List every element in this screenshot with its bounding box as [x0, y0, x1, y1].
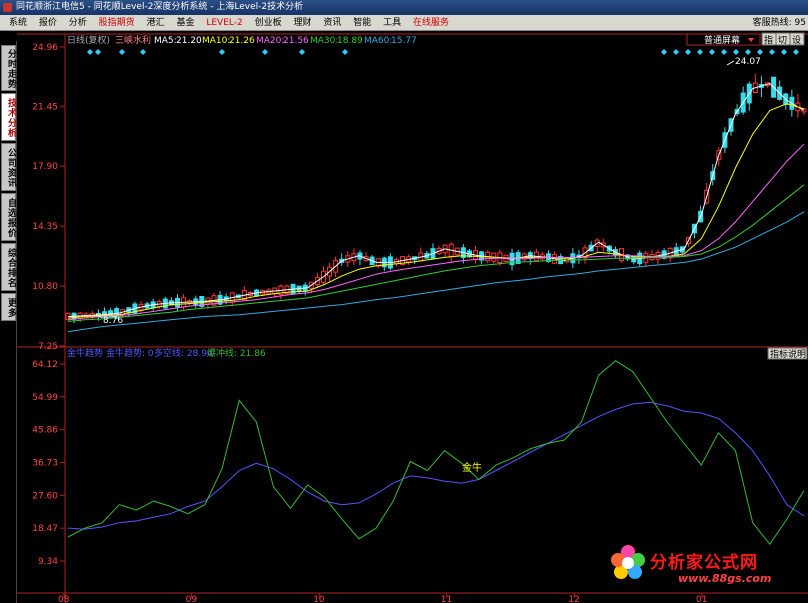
price-tick-label: 21.45 [32, 102, 58, 112]
hotline-text: 客服热线: 95 [752, 18, 806, 28]
indicator-tick-label: 36.73 [32, 459, 58, 469]
window-title: 同花顺浙江电信5 - 同花顺Level-2深度分析系统 - 上海Level-2技… [16, 2, 304, 12]
price-tick-label: 17.90 [32, 162, 58, 172]
menu-item-index-futures[interactable]: 股指期货 [99, 15, 135, 31]
indicator-tick-label: 45.86 [32, 426, 58, 436]
ma30-label: MA30: [310, 36, 338, 46]
menu-item-smart[interactable]: 智能 [353, 15, 371, 31]
high-price-label: 24.07 [735, 57, 761, 67]
price-y-axis: 24.96 21.45 17.90 14.35 10.80 7.25 [32, 43, 65, 352]
ma5-value: 21.20 [176, 36, 202, 46]
menu-item-gem[interactable]: 创业板 [255, 15, 282, 31]
ma20-value: 21.56 [283, 36, 309, 46]
price-tick-label: 10.80 [32, 282, 58, 292]
low-price-label: 8.76 [103, 316, 123, 326]
menu-item-online-service[interactable]: 在线服务 [413, 15, 449, 31]
menu-bar: 系统 报价 分析 股指期货 港汇 基金 LEVEL-2 创业板 理财 资讯 智能… [0, 15, 808, 31]
date-tick-label: 09 [186, 595, 198, 603]
menu-item-system[interactable]: 系统 [9, 15, 27, 31]
menu-item-quote[interactable]: 报价 [39, 15, 57, 31]
indicator-value-2: 多空线: 28.94 [154, 347, 213, 359]
title-bar: 同花顺浙江电信5 - 同花顺Level-2深度分析系统 - 上海Level-2技… [0, 0, 808, 15]
date-tick-label: 10 [313, 595, 325, 603]
menu-item-news[interactable]: 资讯 [323, 15, 341, 31]
toolbar-tab-switch-label: 切 [778, 35, 787, 46]
toolbar-tab-settings-label: 设 [792, 35, 801, 46]
menu-item-fund[interactable]: 基金 [176, 15, 194, 31]
watermark-url: www.88gs.com [678, 572, 772, 585]
menu-item-level2[interactable]: LEVEL-2 [206, 15, 242, 31]
toolbar-tab-indicator-label: 指 [764, 34, 773, 46]
watermark: 分析家公式网 www.88gs.com [606, 530, 806, 600]
ma30-value: 18.89 [337, 36, 363, 46]
golden-bull-marker: 金牛 [462, 461, 482, 474]
price-tick-label: 7.25 [38, 342, 58, 352]
ma10-label: MA10: [202, 36, 230, 46]
indicator-help-label: 指标说明 [770, 348, 806, 360]
menu-item-finance[interactable]: 理财 [293, 15, 311, 31]
ma10-value: 21.26 [229, 36, 255, 46]
indicator-tick-label: 27.60 [32, 491, 58, 501]
watermark-title: 分析家公式网 [650, 553, 758, 573]
indicator-value-1: 金牛趋势: 0 [106, 347, 154, 359]
date-tick-label: 11 [441, 595, 452, 603]
ma5-label: MA5: [154, 36, 177, 46]
ma20-label: MA20: [256, 36, 284, 46]
flower-logo-icon [611, 545, 645, 579]
screen-mode-label: 普通屏幕 [704, 34, 740, 46]
price-tick-label: 24.96 [32, 43, 58, 53]
ma60-label: MA60: [364, 36, 392, 46]
indicator-tick-label: 18.47 [32, 524, 58, 534]
menu-item-tools[interactable]: 工具 [383, 15, 401, 31]
date-tick-label: 08 [58, 595, 70, 603]
chart-area[interactable]: 24.96 21.45 17.90 14.35 10.80 7.25 64.12 54.99… [0, 31, 808, 603]
indicator-title: 金牛趋势 [67, 347, 103, 359]
indicator-tick-label: 54.99 [32, 393, 58, 403]
price-tick-label: 14.35 [32, 222, 58, 232]
indicator-value-3: 爆冲线: 21.86 [207, 347, 266, 359]
menu-item-hk[interactable]: 港汇 [147, 15, 165, 31]
period-label: 日线(复权) [67, 34, 110, 46]
app-logo-icon [3, 3, 12, 12]
indicator-tick-label: 9.34 [38, 557, 58, 567]
date-tick-label: 12 [568, 595, 579, 603]
ma60-value: 15.77 [391, 36, 417, 46]
stock-name: 三峡水利 [115, 34, 151, 46]
menu-item-analysis[interactable]: 分析 [69, 15, 87, 31]
indicator-y-axis: 64.12 54.99 45.86 36.73 27.60 18.47 9.34 [32, 360, 65, 567]
indicator-tick-label: 64.12 [32, 360, 58, 370]
